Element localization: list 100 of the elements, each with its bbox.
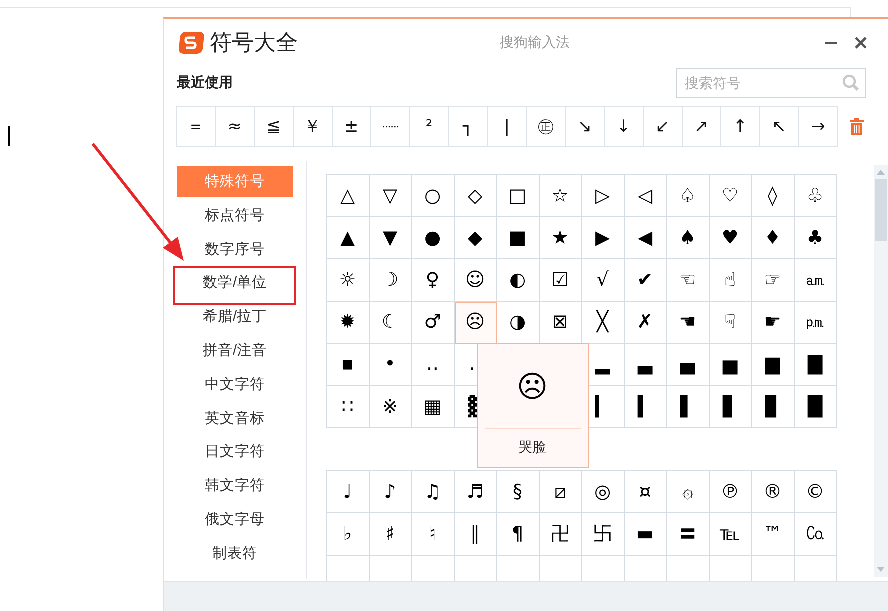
symbol-cell[interactable]: 卐: [582, 513, 624, 556]
symbol-cell[interactable]: ∷: [327, 386, 370, 428]
symbol-cell[interactable]: ▋: [710, 386, 752, 428]
symbol-cell[interactable]: ♩: [327, 471, 370, 514]
symbol-cell[interactable]: ▎: [582, 386, 624, 428]
symbol-cell[interactable]: ◊: [752, 175, 794, 218]
symbol-cell[interactable]: ▆: [752, 344, 794, 386]
symbol-cell[interactable]: ◁: [624, 175, 667, 218]
symbol-cell[interactable]: ♧: [794, 175, 837, 218]
category-tab[interactable]: 制表符: [206, 538, 264, 569]
symbol-cell[interactable]: ✗: [624, 302, 667, 344]
symbol-cell[interactable]: ●: [412, 217, 454, 260]
symbol-cell[interactable]: ☑: [540, 259, 582, 302]
symbol-cell[interactable]: ¶: [497, 513, 540, 556]
symbol-cell[interactable]: ☟: [710, 302, 752, 344]
symbol-cell[interactable]: △: [327, 175, 370, 218]
symbol-cell[interactable]: •: [370, 344, 412, 386]
symbol-cell[interactable]: ▂: [582, 344, 624, 386]
symbol-cell[interactable]: ♯: [370, 513, 412, 556]
symbol-cell[interactable]: ※: [370, 386, 412, 428]
symbol-cell[interactable]: ▦: [412, 386, 454, 428]
category-tab[interactable]: 日文字符: [199, 436, 271, 468]
search-field[interactable]: 搜索符号: [676, 68, 866, 98]
symbol-cell[interactable]: ㏇: [794, 513, 837, 556]
symbol-cell[interactable]: ℡: [710, 513, 752, 556]
symbol-cell[interactable]: ▄: [667, 344, 710, 386]
symbol-cell[interactable]: ™: [752, 513, 794, 556]
symbol-cell[interactable]: ⧄: [540, 471, 582, 514]
trash-icon[interactable]: [850, 118, 864, 135]
symbol-cell[interactable]: ©: [794, 471, 837, 514]
symbol-cell[interactable]: ◎: [582, 471, 624, 514]
category-tab[interactable]: 数字序号: [199, 234, 271, 265]
symbol-cell[interactable]: █: [794, 386, 837, 428]
symbol-cell[interactable]: ▪: [327, 344, 370, 386]
symbol-cell[interactable]: ✹: [327, 302, 370, 344]
scroll-down-icon[interactable]: [876, 566, 886, 574]
symbol-cell[interactable]: ♪: [370, 471, 412, 514]
symbol-cell[interactable]: ¤: [624, 471, 667, 514]
scroll-up-icon[interactable]: [876, 168, 886, 176]
symbol-cell[interactable]: ☚: [667, 302, 710, 344]
symbol-cell[interactable]: ▌: [667, 386, 710, 428]
symbol-cell[interactable]: ♠: [667, 217, 710, 260]
category-tab[interactable]: 俄文字母: [199, 504, 271, 535]
scrollbar[interactable]: [874, 165, 888, 577]
symbol-cell[interactable]: ☾: [370, 302, 412, 344]
symbol-cell[interactable]: ▊: [752, 386, 794, 428]
symbol-cell[interactable]: ♦: [752, 217, 794, 260]
symbol-cell[interactable]: ○: [412, 175, 454, 218]
symbol-cell[interactable]: ▍: [624, 386, 667, 428]
symbol-cell[interactable]: ◀: [624, 217, 667, 260]
symbol-cell[interactable]: ♫: [412, 471, 454, 514]
symbol-cell[interactable]: ◇: [454, 175, 497, 218]
symbol-cell[interactable]: ▇: [794, 344, 837, 386]
symbol-cell[interactable]: ㏘: [794, 302, 837, 344]
symbol-cell[interactable]: ▷: [582, 175, 624, 218]
symbol-cell[interactable]: ▲: [327, 217, 370, 260]
category-tab[interactable]: 中文字符: [199, 368, 271, 400]
symbol-cell[interactable]: ®: [752, 471, 794, 514]
symbol-cell[interactable]: ◑: [497, 302, 540, 344]
symbol-cell[interactable]: ♭: [327, 513, 370, 556]
symbol-cell[interactable]: 〓: [667, 513, 710, 556]
symbol-cell[interactable]: 卍: [540, 513, 582, 556]
category-tab[interactable]: 英文音标: [199, 402, 271, 434]
symbol-cell[interactable]: ♀: [412, 259, 454, 302]
scrollbar-thumb[interactable]: [875, 179, 888, 241]
symbol-cell[interactable]: ♡: [710, 175, 752, 218]
symbol-cell[interactable]: ☝: [710, 259, 752, 302]
symbol-cell[interactable]: ▃: [624, 344, 667, 386]
category-tab[interactable]: 标点符号: [199, 200, 271, 231]
category-tab[interactable]: 希腊/拉丁: [196, 301, 274, 332]
symbol-cell[interactable]: ☛: [752, 302, 794, 344]
symbol-cell[interactable]: ⊠: [540, 302, 582, 344]
symbol-cell[interactable]: □: [497, 175, 540, 218]
symbol-cell[interactable]: ╳: [582, 302, 624, 344]
symbol-cell[interactable]: ◆: [454, 217, 497, 260]
symbol-cell[interactable]: ▬: [624, 513, 667, 556]
symbol-cell[interactable]: ♣: [794, 217, 837, 260]
symbol-cell[interactable]: ▶: [582, 217, 624, 260]
symbol-cell[interactable]: ㏂: [794, 259, 837, 302]
symbol-cell[interactable]: ℗: [710, 471, 752, 514]
symbol-cell[interactable]: ▽: [370, 175, 412, 218]
symbol-cell[interactable]: ▅: [710, 344, 752, 386]
symbol-cell[interactable]: ✔: [624, 259, 667, 302]
symbol-cell[interactable]: ☜: [667, 259, 710, 302]
symbol-cell[interactable]: ☞: [752, 259, 794, 302]
category-tab[interactable]: 拼音/注音: [196, 334, 274, 366]
symbol-cell[interactable]: ۞: [667, 471, 710, 514]
category-tab[interactable]: 韩文字符: [199, 470, 271, 502]
symbol-cell[interactable]: ♤: [667, 175, 710, 218]
symbol-cell[interactable]: ‥: [412, 344, 454, 386]
symbol-cell[interactable]: ☽: [370, 259, 412, 302]
category-tab[interactable]: 数学/单位: [196, 267, 274, 298]
symbol-cell[interactable]: ★: [540, 217, 582, 260]
symbol-cell[interactable]: §: [497, 471, 540, 514]
symbol-cell[interactable]: ♮: [412, 513, 454, 556]
symbol-cell[interactable]: ‖: [454, 513, 497, 556]
symbol-cell[interactable]: ♬: [454, 471, 497, 514]
symbol-cell[interactable]: √: [582, 259, 624, 302]
symbol-cell[interactable]: ◐: [497, 259, 540, 302]
symbol-cell[interactable]: ♥: [710, 217, 752, 260]
